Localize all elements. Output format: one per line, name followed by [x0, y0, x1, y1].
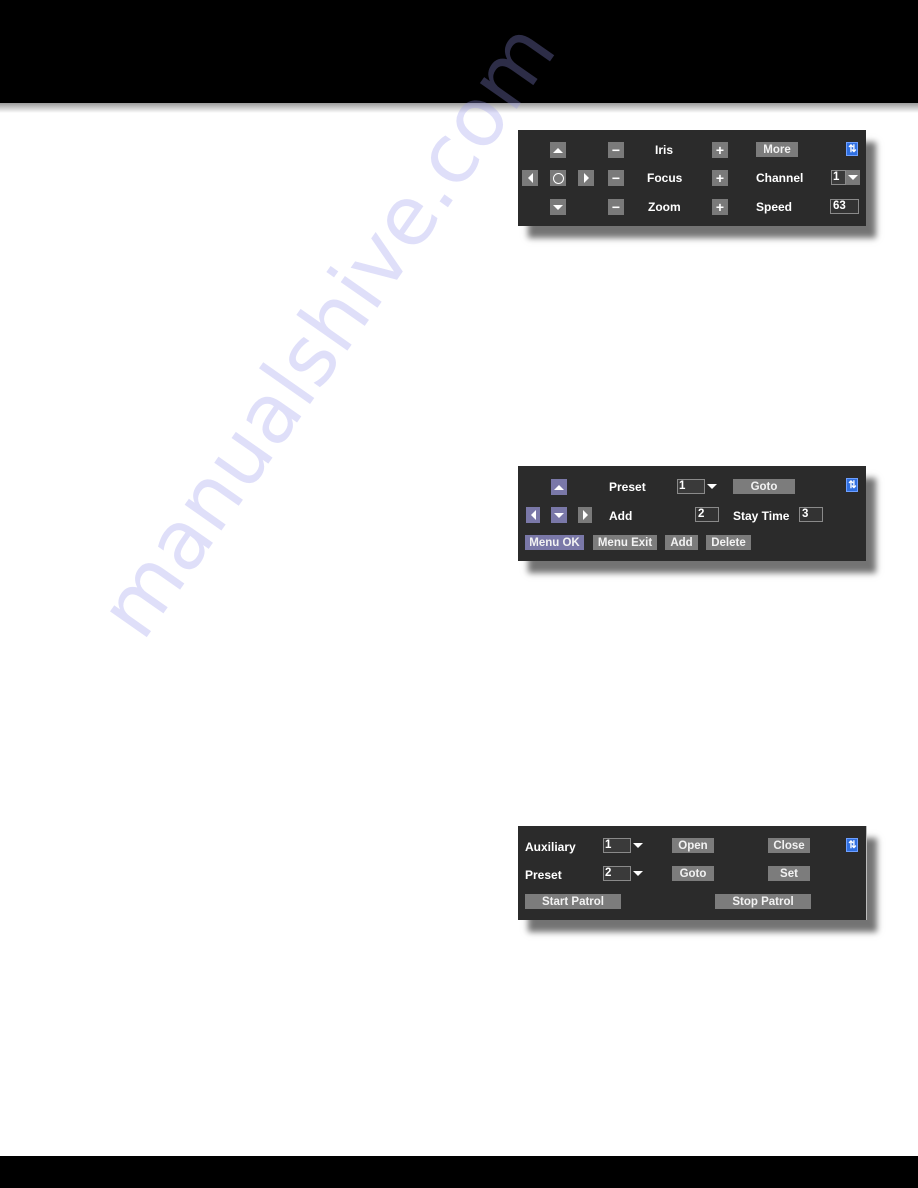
- chevron-down-icon: [631, 866, 645, 881]
- menu-ok-button[interactable]: Menu OK: [525, 535, 584, 550]
- delete-button[interactable]: Delete: [706, 535, 751, 550]
- pan-left-button[interactable]: [522, 170, 538, 186]
- menu-exit-button[interactable]: Menu Exit: [593, 535, 657, 550]
- arrow-down-icon: [554, 512, 564, 518]
- pan-up-button[interactable]: [550, 142, 566, 158]
- preset-panel: Preset 1 Goto ⇅ Add 2 Stay Time 3 Menu O…: [518, 466, 866, 561]
- arrow-up-icon: [554, 484, 564, 490]
- header-bar: [0, 0, 918, 103]
- swap-vertical-icon[interactable]: ⇅: [846, 838, 858, 852]
- arrow-left-icon: [527, 173, 533, 183]
- chevron-down-icon: [705, 479, 719, 494]
- chevron-down-icon: [631, 838, 645, 853]
- pan-down-button[interactable]: [550, 199, 566, 215]
- set-button[interactable]: Set: [768, 866, 810, 881]
- goto-button[interactable]: Goto: [672, 866, 714, 881]
- iris-label: Iris: [655, 143, 674, 157]
- preset-select-value: 1: [677, 479, 705, 494]
- focus-minus-button[interactable]: −: [608, 170, 624, 186]
- iris-plus-button[interactable]: +: [712, 142, 728, 158]
- iris-minus-button[interactable]: −: [608, 142, 624, 158]
- close-button[interactable]: Close: [768, 838, 810, 853]
- auxiliary-label: Auxiliary: [525, 840, 576, 854]
- stop-patrol-button[interactable]: Stop Patrol: [715, 894, 811, 909]
- preset-select-value: 2: [603, 866, 631, 881]
- add-input[interactable]: 2: [695, 507, 719, 522]
- stay-time-input[interactable]: 3: [799, 507, 823, 522]
- swap-vertical-icon[interactable]: ⇅: [846, 478, 858, 492]
- auxiliary-select[interactable]: 1: [603, 838, 645, 853]
- chevron-down-icon: [846, 170, 860, 185]
- circle-icon: [552, 172, 564, 184]
- goto-button[interactable]: Goto: [733, 479, 795, 494]
- footer-bar: [0, 1156, 918, 1188]
- preset-label: Preset: [609, 480, 646, 494]
- preset-select[interactable]: 2: [603, 866, 645, 881]
- stay-time-label: Stay Time: [733, 509, 790, 523]
- arrow-right-icon: [582, 510, 588, 520]
- swap-vertical-icon[interactable]: ⇅: [846, 142, 858, 156]
- zoom-plus-button[interactable]: +: [712, 199, 728, 215]
- channel-select[interactable]: 1: [831, 170, 860, 185]
- pan-left-button[interactable]: [526, 507, 540, 523]
- preset-select[interactable]: 1: [677, 479, 719, 494]
- more-button[interactable]: More: [756, 142, 798, 157]
- add-button[interactable]: Add: [665, 535, 698, 550]
- zoom-minus-button[interactable]: −: [608, 199, 624, 215]
- arrow-up-icon: [553, 147, 563, 153]
- ptz-control-panel: − − − Iris Focus Zoom + + + More Channel…: [518, 130, 866, 226]
- speed-input[interactable]: 63: [830, 199, 859, 214]
- focus-label: Focus: [647, 171, 683, 185]
- channel-label: Channel: [756, 171, 804, 185]
- add-label: Add: [609, 509, 633, 523]
- preset-label: Preset: [525, 868, 562, 882]
- focus-plus-button[interactable]: +: [712, 170, 728, 186]
- zoom-label: Zoom: [648, 200, 681, 214]
- auxiliary-panel: Auxiliary 1 Open Close ⇅ Preset 2 Goto S…: [518, 826, 867, 920]
- pan-right-button[interactable]: [578, 507, 592, 523]
- ptz-center-button[interactable]: [550, 170, 566, 186]
- auxiliary-select-value: 1: [603, 838, 631, 853]
- tilt-up-button[interactable]: [551, 479, 567, 495]
- open-button[interactable]: Open: [672, 838, 714, 853]
- start-patrol-button[interactable]: Start Patrol: [525, 894, 621, 909]
- arrow-down-icon: [553, 204, 563, 210]
- tilt-down-button[interactable]: [551, 507, 567, 523]
- pan-right-button[interactable]: [578, 170, 594, 186]
- arrow-left-icon: [530, 510, 536, 520]
- header-shadow: [0, 103, 918, 113]
- speed-label: Speed: [756, 200, 793, 214]
- arrow-right-icon: [583, 173, 589, 183]
- channel-select-value: 1: [831, 170, 846, 185]
